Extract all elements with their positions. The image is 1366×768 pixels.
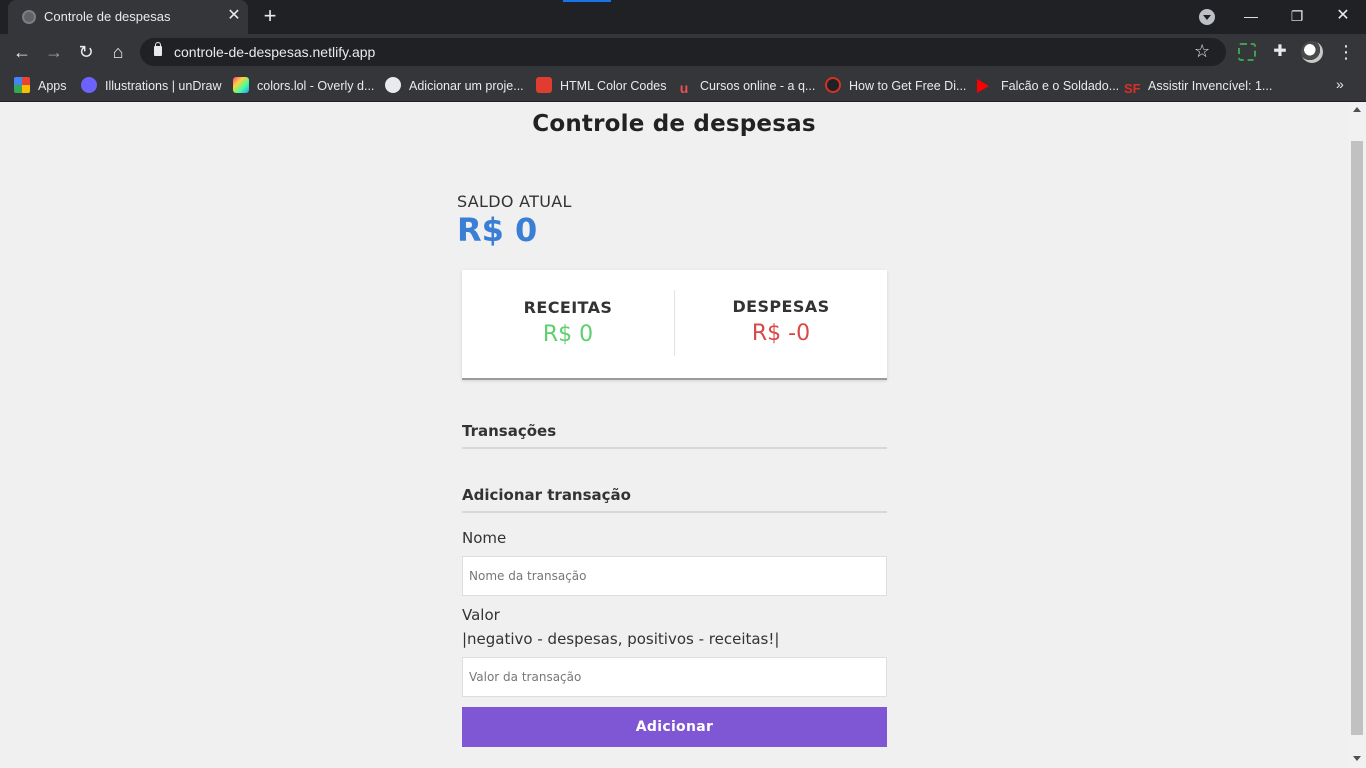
minimize-button[interactable]: —: [1236, 4, 1266, 28]
bookmark-invencivel[interactable]: SF Assistir Invencível: 1...: [1124, 76, 1272, 96]
transactions-heading: Transações: [462, 422, 887, 449]
value-hint: |negativo - despesas, positivos - receit…: [462, 630, 780, 648]
expense-label: DESPESAS: [732, 297, 830, 316]
bookmark-label: Apps: [38, 79, 67, 93]
bookmark-label: HTML Color Codes: [560, 79, 667, 93]
new-tab-button[interactable]: +: [259, 5, 281, 27]
bookmark-colors-lol[interactable]: colors.lol - Overly d...: [233, 76, 374, 96]
bookmark-label: Cursos online - a q...: [700, 79, 816, 93]
screen-capture-extension-icon[interactable]: [1238, 43, 1256, 61]
bookmark-label: Falcão e o Soldado...: [1001, 79, 1120, 93]
tab-strip: Controle de despesas ✕ + — ❐ ✕: [0, 0, 1366, 34]
html-color-codes-icon: [536, 77, 552, 93]
colors-lol-icon: [233, 77, 249, 93]
address-bar[interactable]: controle-de-despesas.netlify.app ☆: [140, 38, 1226, 66]
bookmark-apps[interactable]: Apps: [14, 76, 67, 96]
bookmark-label: colors.lol - Overly d...: [257, 79, 375, 93]
transaction-name-input[interactable]: [462, 556, 887, 596]
close-tab-icon[interactable]: ✕: [224, 6, 244, 26]
c-logo-icon: [825, 77, 841, 93]
bookmark-udemy[interactable]: u Cursos online - a q...: [676, 76, 816, 96]
profile-avatar[interactable]: [1301, 41, 1323, 63]
income-summary: RECEITAS R$ 0: [462, 298, 674, 347]
bookmark-label: Assistir Invencível: 1...: [1148, 79, 1273, 93]
tab-title: Controle de despesas: [44, 9, 171, 24]
scroll-up-arrow-icon[interactable]: [1353, 107, 1361, 112]
apps-grid-icon: [14, 77, 30, 93]
close-window-button[interactable]: ✕: [1328, 4, 1358, 28]
scroll-down-arrow-icon[interactable]: [1353, 756, 1361, 761]
income-amount: R$ 0: [542, 322, 594, 347]
play-icon: [977, 79, 989, 93]
home-icon[interactable]: ⌂: [106, 40, 130, 64]
browser-toolbar: ← → ↻ ⌂ controle-de-despesas.netlify.app…: [0, 34, 1366, 70]
bookmark-label: Illustrations | unDraw: [105, 79, 222, 93]
tab-strip-accent: [563, 0, 611, 2]
page-content: Controle de despesas SALDO ATUAL R$ 0 RE…: [0, 103, 1348, 768]
forward-arrow-icon[interactable]: →: [42, 40, 66, 64]
income-label: RECEITAS: [523, 298, 613, 317]
page-scrollbar[interactable]: [1348, 103, 1366, 768]
undraw-icon: [81, 77, 97, 93]
bookmarks-bar: Apps Illustrations | unDraw colors.lol -…: [0, 70, 1366, 102]
balance-label: SALDO ATUAL: [457, 192, 572, 211]
restore-button[interactable]: ❐: [1282, 4, 1312, 28]
name-label: Nome: [462, 529, 507, 547]
more-menu-icon[interactable]: ⋮: [1336, 42, 1356, 62]
lock-icon[interactable]: [154, 42, 162, 56]
income-expense-card: RECEITAS R$ 0 DESPESAS R$ -0: [462, 270, 887, 380]
bookmark-star-icon[interactable]: ☆: [1194, 41, 1210, 62]
sf-logo-icon: SF: [1124, 81, 1141, 96]
page-title: Controle de despesas: [532, 111, 816, 137]
expense-summary: DESPESAS R$ -0: [675, 297, 887, 346]
udemy-icon: u: [679, 80, 689, 96]
bookmark-label: How to Get Free Di...: [849, 79, 967, 93]
extensions-puzzle-icon[interactable]: ✚: [1270, 42, 1290, 62]
bookmark-github[interactable]: Adicionar um proje...: [385, 76, 524, 96]
expense-amount: R$ -0: [751, 321, 811, 346]
bookmark-undraw[interactable]: Illustrations | unDraw: [81, 76, 222, 96]
back-arrow-icon[interactable]: ←: [10, 40, 34, 64]
browser-tab-active[interactable]: Controle de despesas ✕: [8, 0, 248, 34]
bookmarks-overflow-icon[interactable]: »: [1336, 76, 1344, 92]
reload-icon[interactable]: ↻: [74, 40, 98, 64]
bookmark-how-to[interactable]: How to Get Free Di...: [825, 76, 966, 96]
bookmark-falcao[interactable]: Falcão e o Soldado...: [977, 76, 1119, 96]
add-transaction-heading: Adicionar transação: [462, 486, 887, 513]
globe-icon: [22, 10, 36, 24]
tab-search-icon[interactable]: [1199, 9, 1215, 25]
value-label: Valor: [462, 606, 500, 624]
address-url[interactable]: controle-de-despesas.netlify.app: [174, 44, 375, 60]
bookmark-label: Adicionar um proje...: [409, 79, 524, 93]
scroll-thumb[interactable]: [1351, 141, 1363, 735]
transaction-value-input[interactable]: [462, 657, 887, 697]
add-transaction-button[interactable]: Adicionar: [462, 707, 887, 747]
github-icon: [385, 77, 401, 93]
balance-value: R$ 0: [457, 211, 538, 249]
bookmark-html-color-codes[interactable]: HTML Color Codes: [536, 76, 667, 96]
